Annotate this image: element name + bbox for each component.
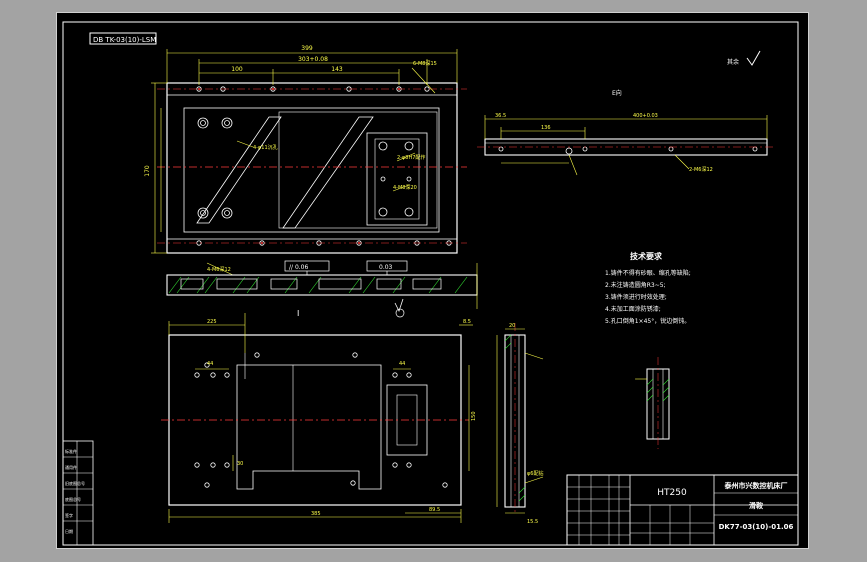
top-view-outline xyxy=(166,82,458,254)
technical-requirements: 技术要求 1.铸件不得有砂眼、缩孔等缺陷; 2.未注铸造圆角R3~5; 3.铸件… xyxy=(605,251,691,325)
tech-item-1: 1.铸件不得有砂眼、缩孔等缺陷; xyxy=(605,269,691,277)
title-part-name: 滑鞍 xyxy=(749,501,763,510)
bottom-view: 225 385 89.5 8.5 44 44 150 30 xyxy=(161,313,477,523)
left-revision-strip: 标准件 通用件 旧底图总号 底图总号 签字 日期 xyxy=(62,440,94,546)
strip-label-4: 底图总号 xyxy=(65,496,81,502)
callout-thread-5: 2-M6深12 xyxy=(689,166,713,173)
callout-hole-1: 4-φ11沉孔 xyxy=(253,144,278,151)
tech-item-2: 2.未注铸造圆角R3~5; xyxy=(605,281,666,289)
tolerance-flat: 0.03 xyxy=(379,264,393,271)
strip-label-3: 旧底图总号 xyxy=(65,480,85,486)
drawing-code-text: DB TK-03(10)-LSM xyxy=(93,36,156,44)
detail-view xyxy=(635,357,670,449)
dim-bottom-small: 44 xyxy=(207,361,213,367)
dim-side-width: 15.5 xyxy=(527,519,538,525)
callout-hole-2: φ6配钻 xyxy=(527,470,543,477)
view-a: E向 36.5 400+0.03 136 2-M6深12 xyxy=(477,89,775,176)
callout-thread-4: 4-M8深20 xyxy=(393,184,417,191)
strip-label-2: 通用件 xyxy=(65,464,77,470)
tech-item-3: 3.铸件须进行时效处理; xyxy=(605,293,667,301)
sheet-border xyxy=(62,21,799,546)
dim-left-span: 100 xyxy=(231,66,243,73)
rib-left xyxy=(196,116,282,224)
top-view: 399 303+0.08 100 143 170 6-M8深15 4-φ11沉孔… xyxy=(144,45,467,276)
dim-view-a-short: 36.5 xyxy=(495,113,506,119)
strip-label-6: 日期 xyxy=(65,528,73,534)
section-label: I xyxy=(297,309,299,318)
title-block: HT250 泰州市兴数控机床厂 滑鞍 DK77-03(10)-01.06 xyxy=(566,474,799,546)
callout-thread-3: 2-φ8H7配作 xyxy=(397,154,425,161)
callout-thread-2: 4-M6深12 xyxy=(207,266,231,273)
section-hatch xyxy=(168,276,468,294)
strip-label-1: 标准件 xyxy=(65,448,77,454)
rib-right xyxy=(282,116,374,229)
dim-view-a-part: 136 xyxy=(541,125,551,131)
side-view: 20 15.5 φ6配钻 xyxy=(496,323,543,525)
dim-view-a-length: 400+0.03 xyxy=(633,113,658,119)
dim-bottom-left-top: 225 xyxy=(207,319,217,325)
cad-drawing-canvas: DB TK-03(10)-LSM 其余 399 303+0.08 100 143… xyxy=(62,21,799,546)
title-company: 泰州市兴数控机床厂 xyxy=(724,481,788,490)
tech-item-4: 4.未加工面涂防锈漆; xyxy=(605,305,661,313)
bottom-view-pocket xyxy=(236,364,382,490)
drawing-viewport[interactable]: DB TK-03(10)-LSM 其余 399 303+0.08 100 143… xyxy=(56,12,809,549)
dim-overall-width: 399 xyxy=(301,45,313,52)
strip-label-5: 签字 xyxy=(65,512,73,518)
view-a-label: E向 xyxy=(612,89,622,97)
dim-hole-span: 303+0.08 xyxy=(298,56,328,63)
dim-mid-span: 143 xyxy=(331,66,343,73)
section-outline xyxy=(166,274,478,296)
top-view-right-block xyxy=(366,132,428,226)
tolerance-parallel: // 0.06 xyxy=(289,264,308,271)
dim-bottom-right: 89.5 xyxy=(429,507,440,513)
dim-side-top: 20 xyxy=(509,323,515,329)
roughness-note: 其余 xyxy=(727,58,739,66)
dim-bottom-width: 385 xyxy=(311,511,321,517)
dim-bottom-side: 8.5 xyxy=(463,319,471,325)
title-drawing-no: DK77-03(10)-01.06 xyxy=(719,523,794,531)
dim-bottom-height: 150 xyxy=(471,411,477,421)
drawing-code-tab: DB TK-03(10)-LSM xyxy=(89,32,157,45)
dim-left-height: 170 xyxy=(144,165,151,177)
title-material: HT250 xyxy=(657,488,687,498)
dim-bottom-small2: 44 xyxy=(399,361,405,367)
tech-title: 技术要求 xyxy=(630,251,663,261)
roughness-symbol: 其余 xyxy=(727,50,761,66)
dim-bottom-height2: 30 xyxy=(237,461,243,467)
callout-thread-1: 6-M8深15 xyxy=(413,60,437,67)
tech-item-5: 5.孔口倒角1×45°，锐边倒钝。 xyxy=(605,317,690,325)
